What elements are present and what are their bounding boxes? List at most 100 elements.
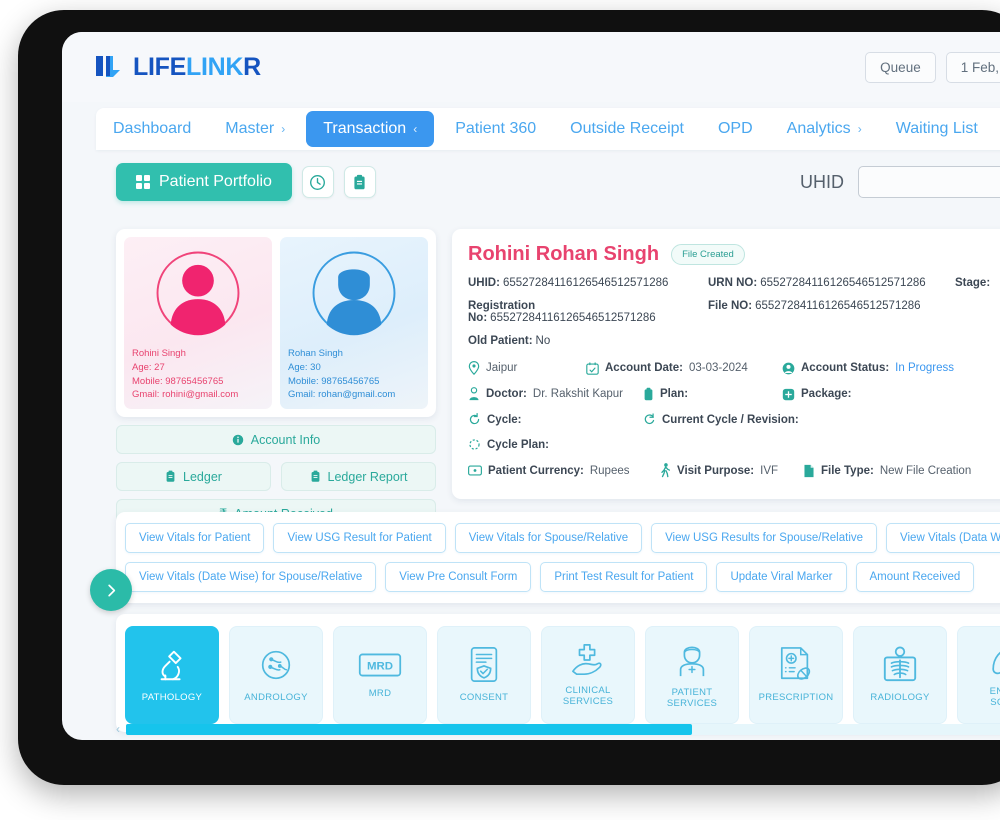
chevron-right-icon: › xyxy=(857,122,862,136)
city-item: Jaipur xyxy=(468,361,586,375)
old-patient-row: Old Patient: No xyxy=(468,335,1000,347)
view-vitals-spouse-button[interactable]: View Vitals for Spouse/Relative xyxy=(454,523,643,553)
cycle-refresh-icon xyxy=(469,413,480,425)
clipboard-button[interactable] xyxy=(343,166,376,198)
package-plus-icon xyxy=(782,388,795,400)
old-patient-field-value: No xyxy=(535,335,551,347)
calendar-icon xyxy=(586,361,599,375)
current-cycle-item: Current Cycle / Revision: xyxy=(643,413,805,426)
profile-tile-female[interactable]: Rohini Singh Age: 27 Mobile: 98765456765… xyxy=(124,237,272,409)
scrollbar-track[interactable] xyxy=(126,723,1000,735)
meta-row-4: Cycle Plan: xyxy=(468,438,1000,451)
nav-item-patient-360[interactable]: Patient 360 xyxy=(438,108,553,150)
cycle-plan-item: Cycle Plan: xyxy=(468,438,555,451)
meta-row-1: Jaipur Account Date: 03-03-2024 Account … xyxy=(468,361,1000,375)
visit-purpose-label: Visit Purpose: xyxy=(677,464,755,477)
consent-shield-icon xyxy=(470,647,498,683)
doctor-icon xyxy=(469,387,479,401)
logo-text-r: R xyxy=(243,52,261,81)
nav-label: Analytics xyxy=(786,120,851,137)
patient-portfolio-button[interactable]: Patient Portfolio xyxy=(116,163,292,201)
avatar-wrap xyxy=(132,249,264,337)
tile-radiology[interactable]: RADIOLOGY xyxy=(853,626,947,724)
tile-pathology[interactable]: PATHOLOGY xyxy=(125,626,219,724)
patient-details-card: Rohini Rohan Singh File Created UHID: 655… xyxy=(452,229,1000,499)
tile-endo-scan[interactable]: ENDO SCAN xyxy=(957,626,1000,724)
uhid-search-group: UHID xyxy=(800,166,1000,198)
view-pre-consult-form-button[interactable]: View Pre Consult Form xyxy=(385,562,532,592)
meta-row-3: Cycle: Current Cycle / Revision: xyxy=(468,413,1000,426)
file-created-badge: File Created xyxy=(671,244,745,265)
logo-text-link: LINK xyxy=(185,52,244,81)
history-button[interactable] xyxy=(301,166,334,198)
tile-andrology[interactable]: ANDROLOGY xyxy=(229,626,323,724)
main-navigation: Dashboard Master › Transaction ‹ Patient… xyxy=(96,108,1000,150)
nav-item-master[interactable]: Master › xyxy=(208,108,302,150)
view-usg-result-patient-button[interactable]: View USG Result for Patient xyxy=(273,523,446,553)
account-status-item: Account Status: In Progress xyxy=(782,362,954,375)
account-status-value: In Progress xyxy=(895,362,954,374)
file-no-field-value: 65527284116126546512571286 xyxy=(755,300,921,312)
logo-text-life: LIFE xyxy=(133,52,186,81)
view-vitals-data-wise-patient-button[interactable]: View Vitals (Data Wise) for Patient xyxy=(886,523,1000,553)
nav-item-analytics[interactable]: Analytics › xyxy=(770,108,879,150)
avatar-wrap xyxy=(288,249,420,337)
view-actions-row-1: View Vitals for Patient View USG Result … xyxy=(125,523,1000,553)
profile-mobile: Mobile: 98765456765 xyxy=(132,375,224,387)
cycle-plan-dashed-icon xyxy=(469,439,480,450)
print-test-result-button[interactable]: Print Test Result for Patient xyxy=(540,562,708,592)
tile-consent[interactable]: CONSENT xyxy=(437,626,531,724)
tile-prescription[interactable]: PRESCRIPTION xyxy=(749,626,843,724)
view-usg-results-spouse-button[interactable]: View USG Results for Spouse/Relative xyxy=(651,523,878,553)
plan-label: Plan: xyxy=(660,388,689,400)
profile-name: Rohini Singh xyxy=(132,348,186,359)
tile-mrd[interactable]: MRD MRD xyxy=(333,626,427,724)
chevron-left-icon[interactable]: ‹ xyxy=(116,722,120,736)
tile-patient-services[interactable]: PATIENT SERVICES xyxy=(645,626,739,724)
horizontal-scrollbar[interactable]: ‹ xyxy=(116,722,1000,736)
uhid-label: UHID xyxy=(800,171,844,192)
amount-received-action-button[interactable]: Amount Received xyxy=(855,562,975,592)
nav-item-transaction[interactable]: Transaction ‹ xyxy=(306,111,435,147)
view-vitals-patient-button[interactable]: View Vitals for Patient xyxy=(125,523,265,553)
top-bar: LIFELINKR Queue 1 Feb, xyxy=(62,32,1000,102)
clipboard-icon xyxy=(311,470,319,482)
city-value: Jaipur xyxy=(486,362,518,374)
ledger-button[interactable]: Ledger xyxy=(116,462,271,491)
nav-label: OPD xyxy=(717,120,753,137)
ledger-report-button[interactable]: Ledger Report xyxy=(281,462,436,491)
profile-gmail: Gmail: rohini@gmail.com xyxy=(132,389,239,401)
file-document-icon xyxy=(804,464,814,477)
nav-label: Waiting List xyxy=(895,120,978,137)
nav-item-dashboard[interactable]: Dashboard xyxy=(96,108,208,150)
nav-item-outside-receipt[interactable]: Outside Receipt xyxy=(553,108,701,150)
tile-label: ENDO SCAN xyxy=(989,685,1000,708)
ledger-row: Ledger Ledger Report xyxy=(116,462,436,491)
walking-person-icon xyxy=(661,463,671,478)
package-label: Package: xyxy=(801,388,852,400)
scrollbar-thumb[interactable] xyxy=(126,723,692,735)
patient-name: Rohini Rohan Singh xyxy=(468,243,660,265)
profile-name: Rohan Singh xyxy=(288,348,343,359)
date-button[interactable]: 1 Feb, xyxy=(945,51,1000,83)
update-viral-marker-button[interactable]: Update Viral Marker xyxy=(716,562,847,592)
view-vitals-date-wise-spouse-button[interactable]: View Vitals (Date Wise) for Spouse/Relat… xyxy=(125,562,377,592)
uhid-input[interactable] xyxy=(858,166,1000,198)
device-screen: LIFELINKR Queue 1 Feb, Dashboard Master … xyxy=(62,32,1000,740)
nav-item-waiting-list[interactable]: Waiting List xyxy=(879,108,995,150)
file-no-cell: File NO: 65527284116126546512571286 xyxy=(708,300,955,324)
profile-mobile: Mobile: 98765456765 xyxy=(288,375,380,387)
package-item: Package: xyxy=(782,388,858,401)
meta-row-2: Doctor: Dr. Rakshit Kapur Plan: Package: xyxy=(468,387,1000,401)
profile-tile-male[interactable]: Rohan Singh Age: 30 Mobile: 98765456765 … xyxy=(280,237,428,409)
account-info-button[interactable]: Account Info xyxy=(116,425,436,454)
category-tiles-row: PATHOLOGY ANDROLOGY MRD MRD CONSENT CLIN… xyxy=(125,626,1000,724)
nav-item-opd[interactable]: OPD xyxy=(701,108,770,150)
app-logo: LIFELINKR xyxy=(96,53,261,82)
tile-clinical-services[interactable]: CLINICAL SERVICES xyxy=(541,626,635,724)
sidebar-expand-button[interactable] xyxy=(90,569,132,611)
portfolio-toolbar: Patient Portfolio UHID xyxy=(96,160,1000,204)
plan-clipboard-icon xyxy=(644,387,653,401)
queue-button[interactable]: Queue xyxy=(865,51,936,83)
cycle-item: Cycle: xyxy=(468,413,643,426)
